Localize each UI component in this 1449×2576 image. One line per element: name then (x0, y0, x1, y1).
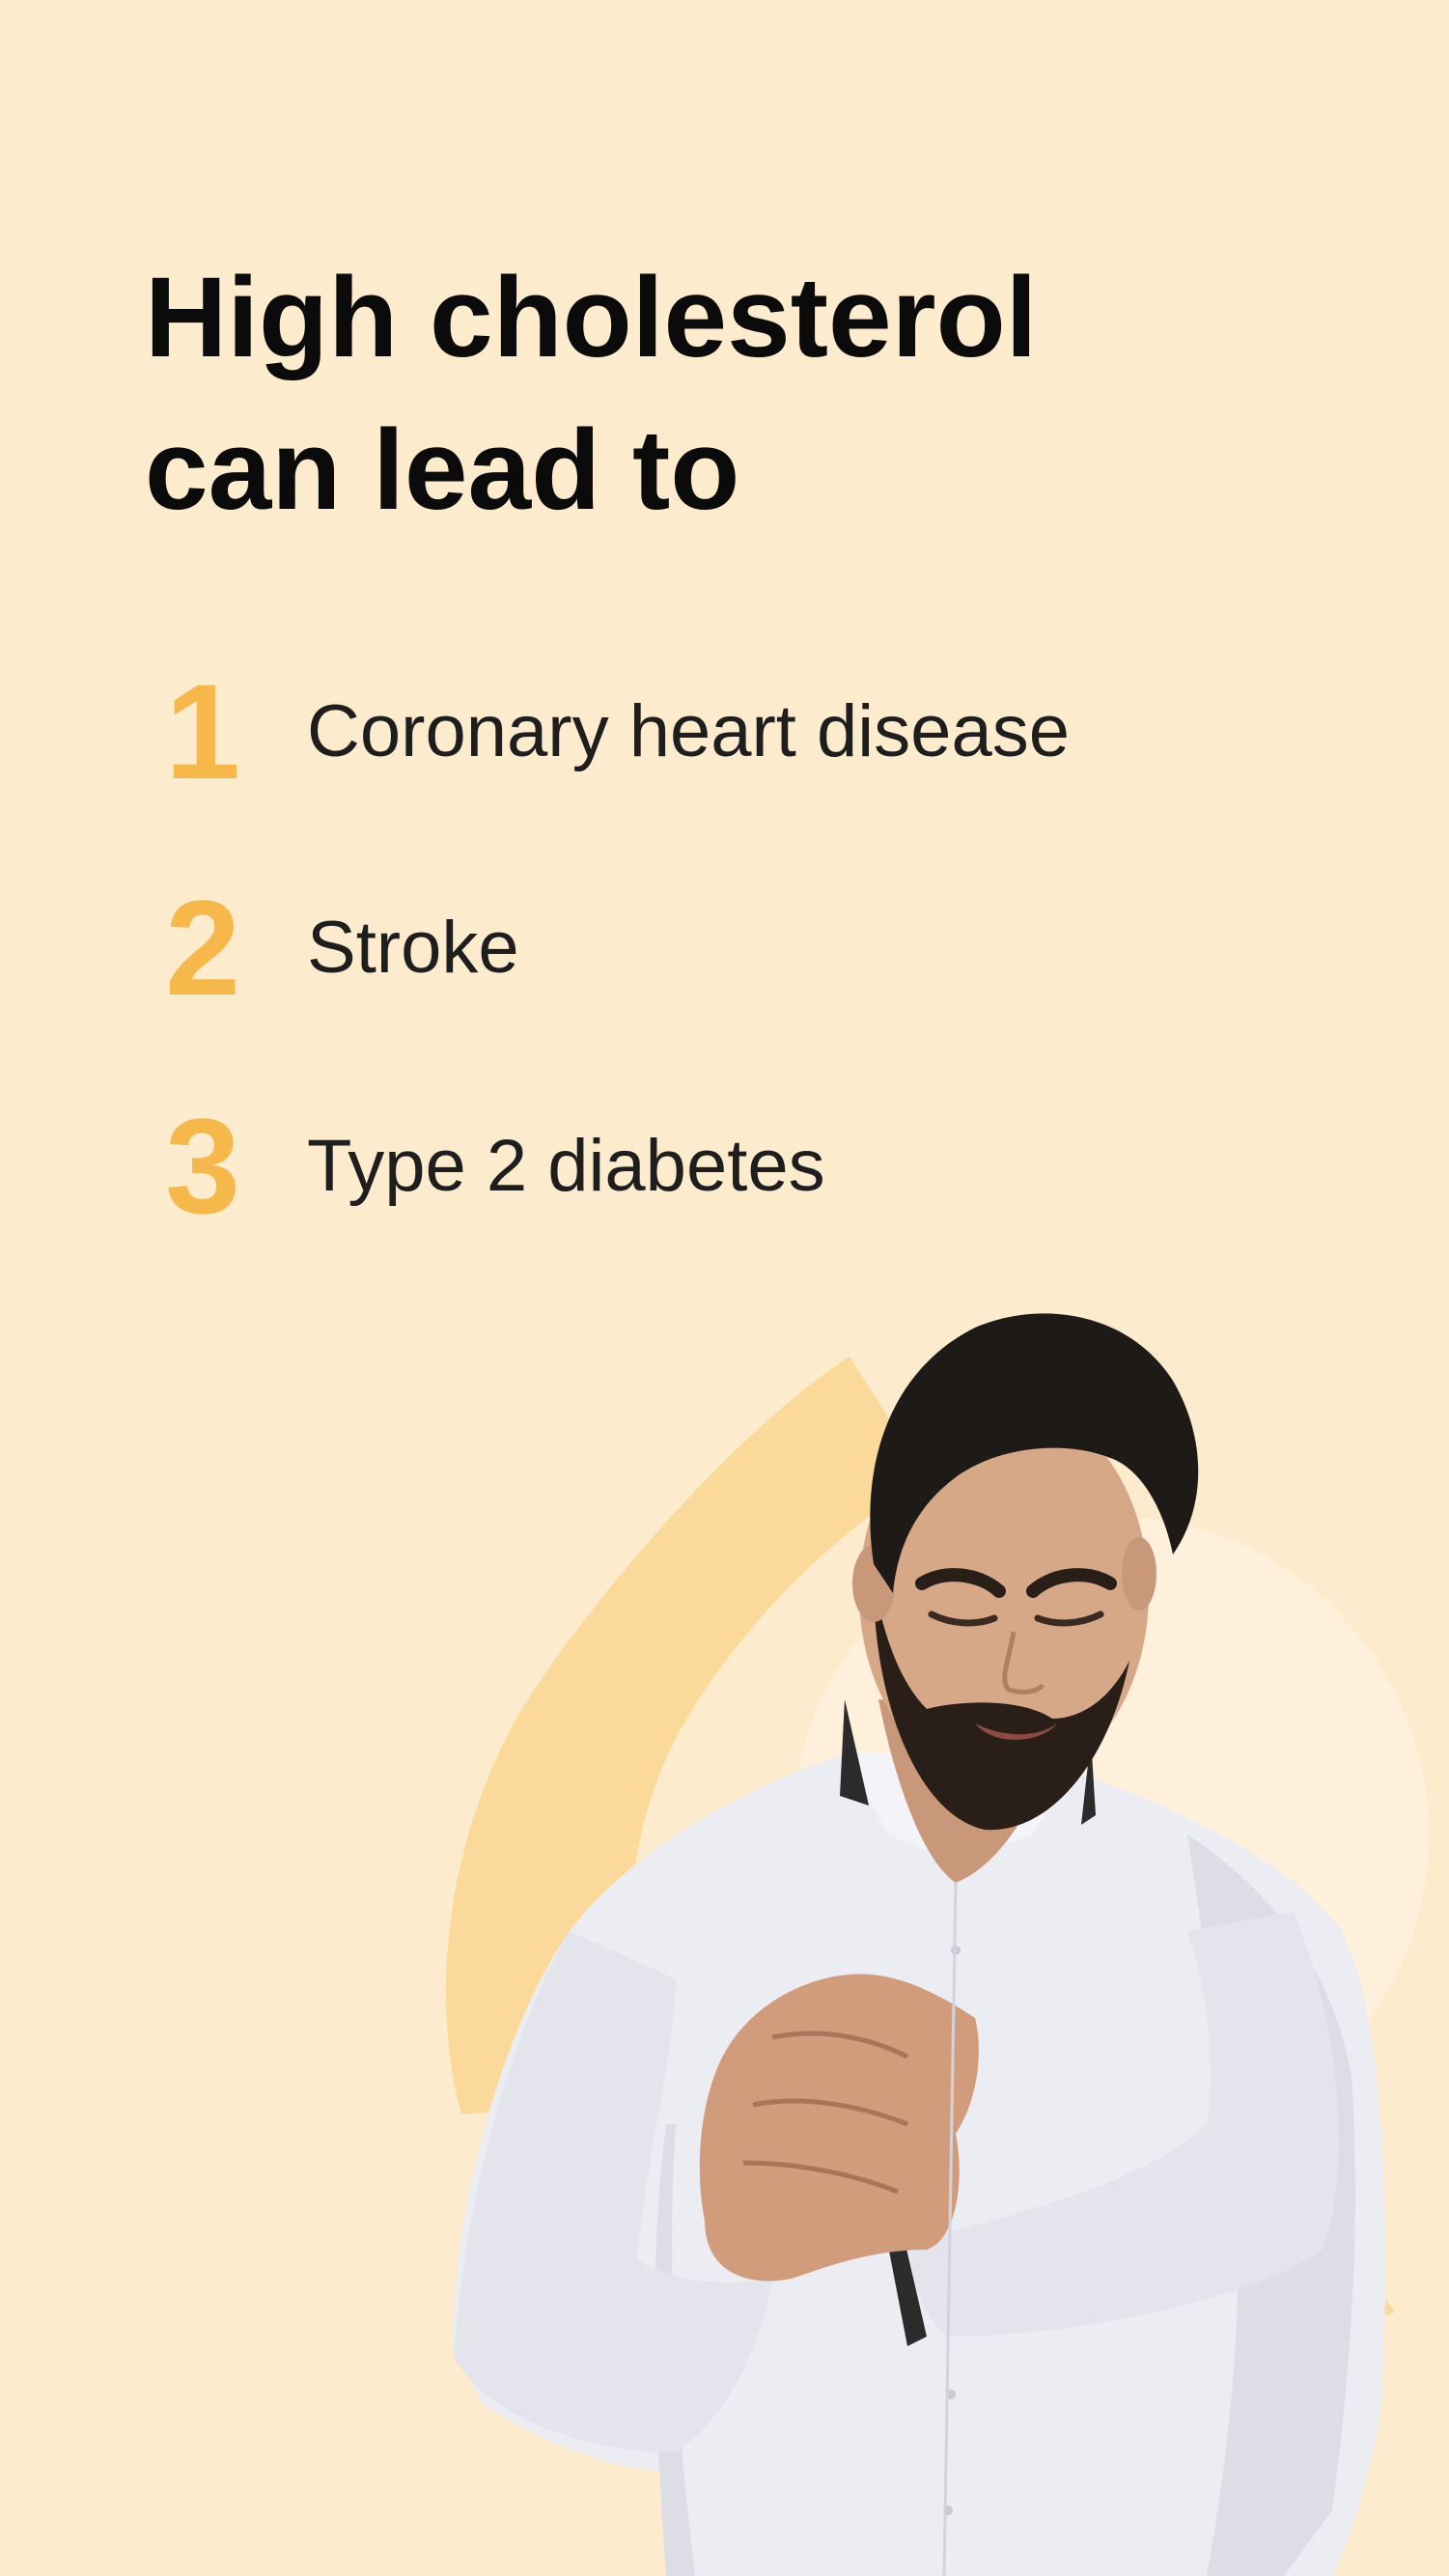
list-number-1: 1 (165, 656, 240, 807)
headline-line-1: High cholesterol (145, 254, 1038, 381)
list-number-2: 2 (165, 872, 240, 1023)
list-number-3: 3 (165, 1090, 240, 1242)
headline: High cholesterol can lead to (145, 241, 1255, 546)
list-label-1: Coronary heart disease (307, 690, 1070, 772)
list-label-2: Stroke (307, 907, 519, 989)
list-item-1: 1 Coronary heart disease (145, 664, 1303, 799)
list-item-2: 2 Stroke (145, 881, 1303, 1016)
list-label-3: Type 2 diabetes (307, 1125, 825, 1207)
list-item-3: 3 Type 2 diabetes (145, 1099, 1303, 1234)
headline-line-2: can lead to (145, 406, 740, 534)
man-chest-pain-illustration (445, 1313, 1429, 2576)
infographic-page: High cholesterol can lead to 1 Coronary … (0, 0, 1449, 2576)
